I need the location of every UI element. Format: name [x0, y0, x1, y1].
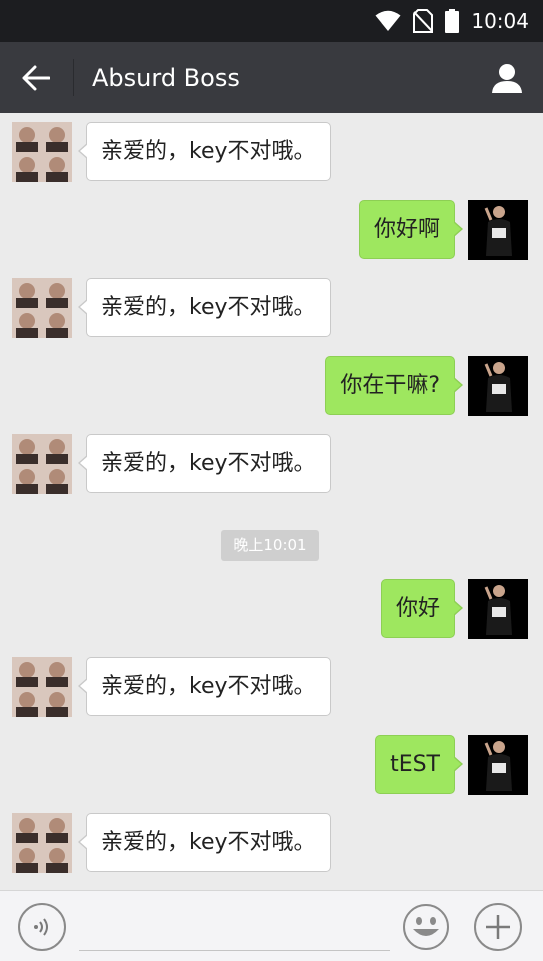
my-avatar[interactable] [468, 200, 528, 260]
title-divider [73, 59, 74, 96]
timestamp-divider: 晚上10:01 [221, 530, 319, 561]
message-bubble-sent[interactable]: 你好 [380, 579, 464, 638]
emoji-icon [403, 904, 449, 950]
my-avatar[interactable] [468, 735, 528, 795]
contact-avatar[interactable] [12, 278, 72, 338]
message-input[interactable] [79, 905, 390, 951]
contact-avatar[interactable] [12, 813, 72, 873]
back-button[interactable] [10, 52, 62, 104]
plus-icon [486, 915, 510, 939]
message-bubble-sent[interactable]: 你好啊 [358, 200, 464, 259]
contact-avatar[interactable] [12, 657, 72, 717]
message-bubble-received[interactable]: 亲爱的，key不对哦。 [78, 278, 331, 337]
emoji-button[interactable] [402, 903, 450, 951]
message-bubble-received[interactable]: 亲爱的，key不对哦。 [78, 434, 331, 493]
message-bubble-received[interactable]: 亲爱的，key不对哦。 [78, 813, 331, 872]
my-avatar[interactable] [468, 356, 528, 416]
my-avatar[interactable] [468, 579, 528, 639]
voice-icon [34, 918, 48, 936]
chat-area[interactable]: 亲爱的，key不对哦。 你好啊 亲爱的，key不对哦。 你在干嘛? 亲爱的，ke… [0, 113, 543, 890]
no-sim-icon [413, 9, 434, 33]
status-time: 10:04 [471, 9, 529, 33]
message-bubble-received[interactable]: 亲爱的，key不对哦。 [78, 122, 331, 181]
message-bubble-sent[interactable]: 你在干嘛? [325, 356, 463, 415]
voice-button[interactable] [18, 903, 66, 951]
arrow-left-icon [22, 65, 50, 91]
input-bar [0, 890, 543, 961]
wifi-icon [375, 10, 401, 31]
status-icons: 10:04 [375, 8, 529, 34]
contact-avatar[interactable] [12, 434, 72, 494]
contact-avatar[interactable] [12, 122, 72, 182]
person-icon [492, 64, 522, 93]
message-bubble-received[interactable]: 亲爱的，key不对哦。 [78, 657, 331, 716]
profile-button[interactable] [483, 54, 531, 102]
message-bubble-sent[interactable]: tEST [375, 735, 463, 794]
status-bar: 10:04 [0, 0, 543, 42]
chat-title: Absurd Boss [92, 64, 240, 92]
more-button[interactable] [474, 903, 522, 951]
title-bar: Absurd Boss [0, 42, 543, 113]
battery-icon [445, 9, 460, 33]
